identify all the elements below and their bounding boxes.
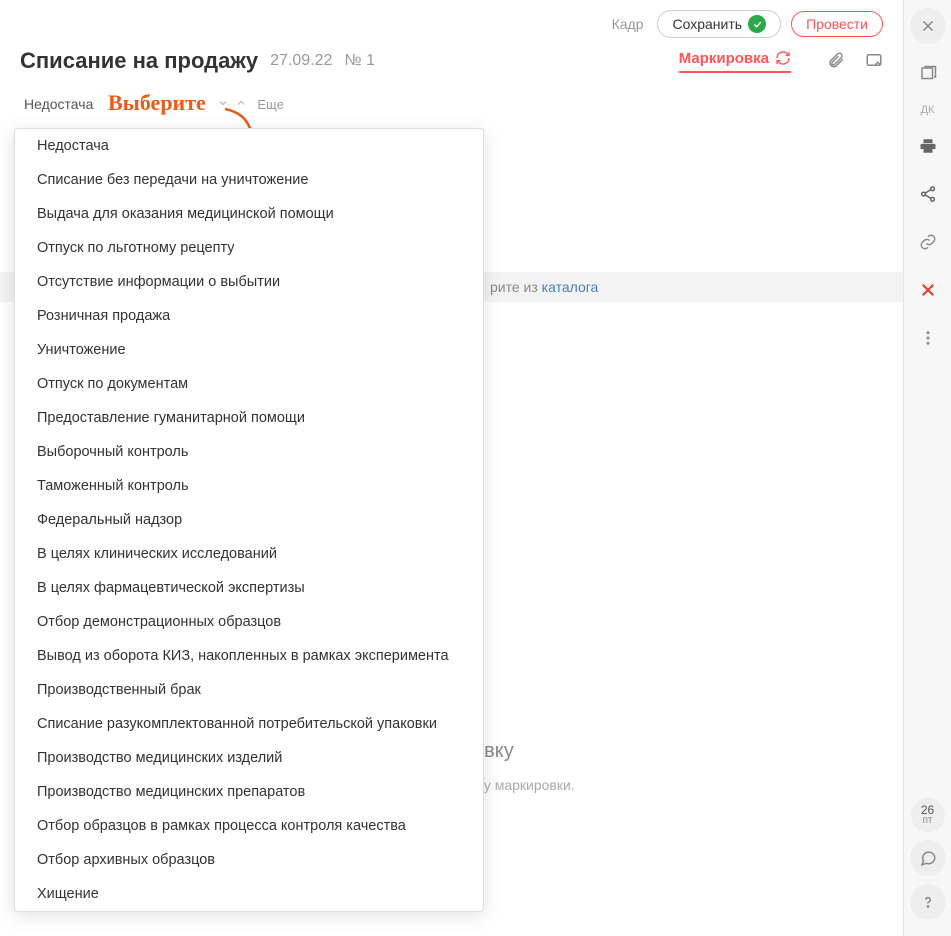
reason-option[interactable]: Отбор образцов в рамках процесса контрол… (15, 809, 483, 843)
reason-option[interactable]: Хищение (15, 877, 483, 911)
reason-option[interactable]: Выборочный контроль (15, 435, 483, 469)
help-icon[interactable] (910, 884, 946, 920)
check-icon (748, 15, 766, 33)
reason-option[interactable]: Вывод из оборота КИЗ, накопленных в рамк… (15, 639, 483, 673)
reason-option[interactable]: В целях клинических исследований (15, 537, 483, 571)
note-edit-icon[interactable] (865, 51, 883, 72)
reason-option[interactable]: В целях фармацевтической экспертизы (15, 571, 483, 605)
process-button-label: Провести (806, 16, 868, 32)
save-button[interactable]: Сохранить (657, 10, 781, 38)
chevron-up-icon[interactable] (235, 96, 247, 112)
reason-option[interactable]: Предоставление гуманитарной помощи (15, 401, 483, 435)
attachment-icon[interactable] (827, 51, 845, 72)
reason-option[interactable]: Таможенный контроль (15, 469, 483, 503)
date-badge[interactable]: 26 пт (911, 798, 945, 832)
delete-icon[interactable] (910, 272, 946, 308)
dk-label: ДК (921, 104, 935, 116)
reason-option[interactable]: Федеральный надзор (15, 503, 483, 537)
tab-marking-label: Маркировка (679, 50, 769, 67)
refresh-icon (775, 50, 791, 66)
frame-label: Кадр (612, 16, 644, 32)
kebab-menu-icon[interactable] (910, 320, 946, 356)
right-rail: ДК 26 пт (903, 0, 951, 936)
page-date: 27.09.22 (270, 52, 332, 70)
print-icon[interactable] (910, 128, 946, 164)
close-button[interactable] (910, 8, 946, 44)
reason-option[interactable]: Списание без передачи на уничтожение (15, 163, 483, 197)
chat-icon[interactable] (910, 840, 946, 876)
reason-option[interactable]: Производственный брак (15, 673, 483, 707)
share-icon[interactable] (910, 176, 946, 212)
reason-option[interactable]: Недостача (15, 129, 483, 163)
page-title: Списание на продажу (20, 48, 258, 74)
more-link[interactable]: Еще (257, 97, 283, 112)
reason-option[interactable]: Уничтожение (15, 333, 483, 367)
reason-selected[interactable]: Недостача (24, 96, 93, 112)
save-button-label: Сохранить (672, 16, 742, 32)
reason-option[interactable]: Отпуск по льготному рецепту (15, 231, 483, 265)
reason-option[interactable]: Выдача для оказания медицинской помощи (15, 197, 483, 231)
chevron-down-icon[interactable] (217, 96, 229, 112)
tab-marking[interactable]: Маркировка (679, 50, 791, 73)
link-icon[interactable] (910, 224, 946, 260)
process-button[interactable]: Провести (791, 11, 883, 37)
reason-option[interactable]: Производство медицинских изделий (15, 741, 483, 775)
reason-option[interactable]: Отбор демонстрационных образцов (15, 605, 483, 639)
reason-option[interactable]: Розничная продажа (15, 299, 483, 333)
reason-option[interactable]: Отсутствие информации о выбытии (15, 265, 483, 299)
catalog-link[interactable]: каталога (542, 279, 599, 295)
reason-option[interactable]: Отбор архивных образцов (15, 843, 483, 877)
window-icon[interactable] (910, 56, 946, 92)
page-number: № 1 (344, 52, 375, 70)
reason-option[interactable]: Производство медицинских препаратов (15, 775, 483, 809)
reason-option[interactable]: Списание разукомплектованной потребитель… (15, 707, 483, 741)
reason-option[interactable]: Отпуск по документам (15, 367, 483, 401)
reason-dropdown[interactable]: НедостачаСписание без передачи на уничто… (14, 128, 484, 912)
